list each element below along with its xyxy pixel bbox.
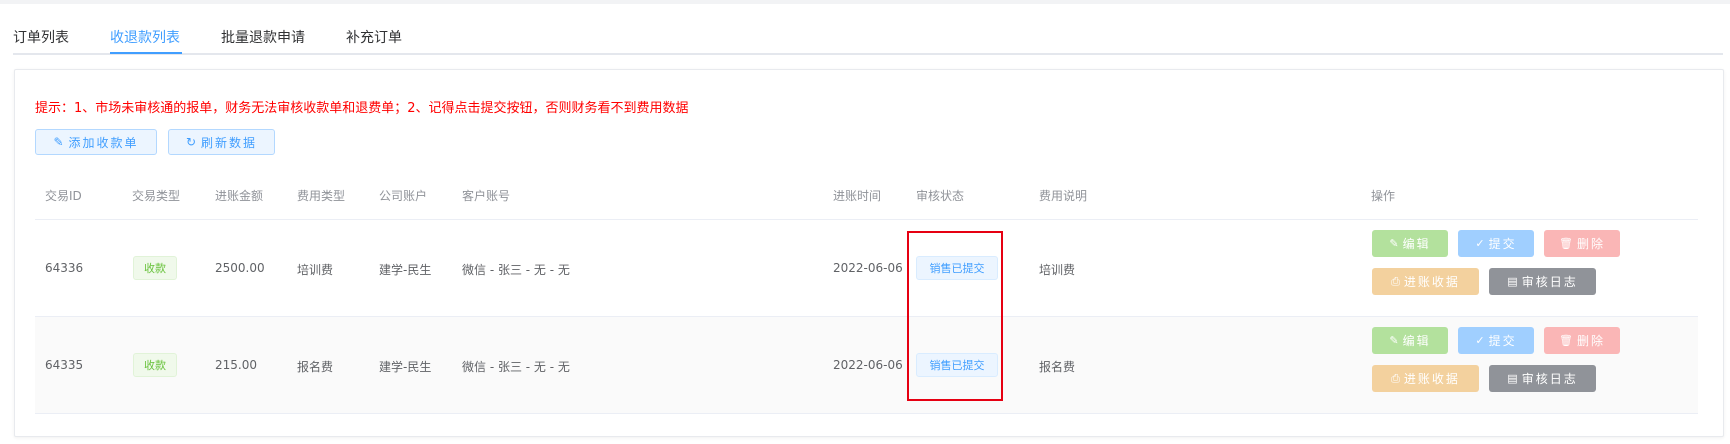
tab-order-list[interactable]: 订单列表 (13, 27, 69, 47)
edit-pen-icon: ✎ (53, 135, 64, 149)
tabs-divider (13, 53, 1723, 55)
col-fee-description: 费用说明 (1039, 189, 1088, 203)
document-icon: ▤ (1507, 275, 1518, 288)
review-log-button[interactable]: ▤ 审核日志 (1489, 365, 1596, 392)
printer-icon: ⎙ (1391, 371, 1400, 385)
edit-label: 编辑 (1402, 237, 1431, 251)
tab-bar: 订单列表 收退款列表 批量退款申请 补充订单 (0, 0, 1730, 56)
edit-pen-icon: ✎ (1389, 334, 1399, 347)
delete-label: 删除 (1576, 237, 1605, 251)
col-review-status: 审核状态 (916, 189, 965, 203)
add-receipt-button[interactable]: ✎ 添加收款单 (35, 129, 157, 155)
cell-fee-description: 报名费 (1039, 360, 1076, 374)
refresh-data-label: 刷新数据 (201, 135, 258, 150)
cell-company-account: 建学-民生 (379, 360, 432, 374)
col-transaction-id: 交易ID (45, 189, 82, 203)
review-log-label: 审核日志 (1521, 372, 1578, 386)
submit-button[interactable]: ✓ 提交 (1458, 230, 1534, 257)
cell-time: 2022-06-06 (833, 261, 903, 275)
tab-payment-refund-list[interactable]: 收退款列表 (110, 27, 180, 47)
refresh-data-button[interactable]: ↻ 刷新数据 (168, 129, 275, 155)
cell-customer-account: 微信 - 张三 - 无 - 无 (462, 360, 570, 374)
edit-button[interactable]: ✎ 编辑 (1372, 230, 1448, 257)
review-log-button[interactable]: ▤ 审核日志 (1489, 268, 1596, 295)
trash-icon: 🗑 (1559, 237, 1573, 250)
review-status-tag: 销售已提交 (916, 353, 998, 377)
review-log-label: 审核日志 (1521, 275, 1578, 289)
income-receipt-button[interactable]: ⎙ 进账收据 (1372, 268, 1479, 295)
delete-button[interactable]: 🗑 删除 (1544, 230, 1620, 257)
notice-text: 提示：1、市场未审核通的报单，财务无法审核收款单和退费单；2、记得点击提交按钮，… (35, 101, 689, 116)
tab-batch-refund[interactable]: 批量退款申请 (221, 27, 305, 47)
review-status-tag: 销售已提交 (916, 256, 998, 280)
cell-customer-account: 微信 - 张三 - 无 - 无 (462, 263, 570, 277)
col-transaction-type: 交易类型 (132, 189, 181, 203)
tab-supplement-order[interactable]: 补充订单 (346, 27, 402, 47)
cell-company-account: 建学-民生 (379, 263, 432, 277)
income-receipt-button[interactable]: ⎙ 进账收据 (1372, 365, 1479, 392)
col-company-account: 公司账户 (379, 189, 428, 203)
income-receipt-label: 进账收据 (1403, 372, 1460, 386)
cell-amount: 2500.00 (215, 261, 265, 275)
edit-button[interactable]: ✎ 编辑 (1372, 327, 1448, 354)
cell-transaction-id: 64336 (45, 261, 84, 275)
income-receipt-label: 进账收据 (1403, 275, 1460, 289)
cell-fee-type: 报名费 (297, 360, 334, 374)
col-fee-type: 费用类型 (297, 189, 346, 203)
col-amount: 进账金额 (215, 189, 264, 203)
cell-transaction-id: 64335 (45, 358, 84, 372)
cell-amount: 215.00 (215, 358, 257, 372)
tab-active-indicator (110, 52, 182, 54)
submit-label: 提交 (1488, 334, 1517, 348)
cell-fee-description: 培训费 (1039, 263, 1076, 277)
col-actions: 操作 (1371, 189, 1396, 203)
add-receipt-label: 添加收款单 (68, 135, 139, 150)
document-icon: ▤ (1507, 372, 1518, 385)
refresh-icon: ↻ (185, 135, 197, 149)
delete-button[interactable]: 🗑 删除 (1544, 327, 1620, 354)
delete-label: 删除 (1576, 334, 1605, 348)
check-icon: ✓ (1475, 334, 1485, 347)
edit-pen-icon: ✎ (1389, 237, 1399, 250)
edit-label: 编辑 (1402, 334, 1431, 348)
cell-fee-type: 培训费 (297, 263, 334, 277)
check-icon: ✓ (1475, 237, 1485, 250)
trash-icon: 🗑 (1559, 334, 1573, 347)
col-customer-account: 客户账号 (462, 189, 511, 203)
transaction-type-tag: 收款 (133, 256, 177, 280)
transaction-type-tag: 收款 (133, 353, 177, 377)
submit-button[interactable]: ✓ 提交 (1458, 327, 1534, 354)
printer-icon: ⎙ (1391, 274, 1400, 288)
col-time: 进账时间 (833, 189, 882, 203)
submit-label: 提交 (1488, 237, 1517, 251)
cell-time: 2022-06-06 (833, 358, 903, 372)
